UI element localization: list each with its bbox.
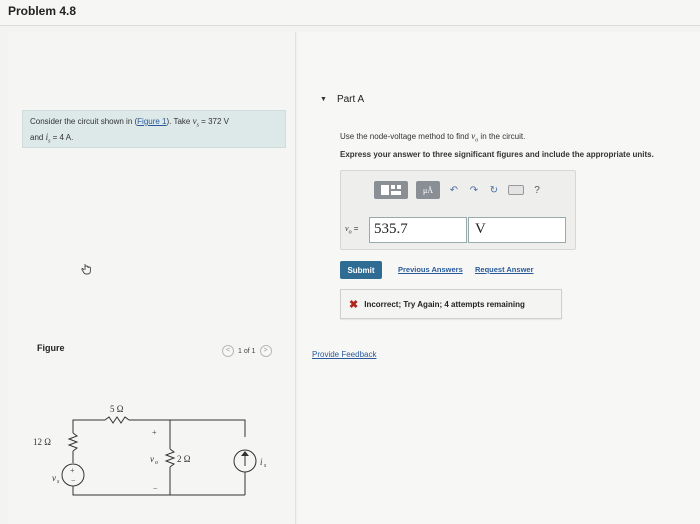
figure-page-count: 1 of 1 [238, 347, 256, 355]
label-vo-sub: o [155, 460, 158, 466]
source-plus: + [70, 466, 75, 475]
label-vo-plus: + [152, 428, 157, 437]
next-figure-button[interactable]: > [259, 345, 272, 357]
math-toolbar: μÅ ↶ ↷ ↻ ? [374, 180, 542, 200]
instruction-bold: Express your answer to three significant… [340, 150, 654, 159]
figure-label: Figure [37, 343, 65, 353]
redo-icon[interactable]: ↷ [468, 185, 480, 196]
help-icon[interactable]: ? [532, 185, 542, 196]
feedback-message-box: ✖ Incorrect; Try Again; 4 attempts remai… [340, 289, 562, 319]
grid-template-icon[interactable] [374, 181, 408, 199]
wire-top-left [72, 419, 105, 425]
resistor-5-ohm [104, 416, 130, 424]
label-is: i [260, 457, 263, 467]
label-vs-sub: s [57, 479, 60, 485]
circuit-diagram: 5 Ω 12 Ω 2 Ω v o v s i s + − + − [33, 404, 267, 496]
figure-link[interactable]: Figure 1 [137, 117, 166, 126]
resistor-12-ohm [67, 432, 79, 452]
wire-bottom [72, 486, 245, 496]
units-button[interactable]: μÅ [416, 181, 440, 199]
instruction-text: Use the node-voltage method to find vo i… [340, 131, 526, 144]
previous-answers-link[interactable]: Previous Answers [398, 265, 463, 274]
hand-cursor-icon [80, 262, 94, 276]
incorrect-x-icon: ✖ [349, 298, 359, 311]
submit-button[interactable]: Submit [340, 261, 382, 279]
undo-icon[interactable]: ↶ [448, 185, 460, 196]
source-minus: − [71, 476, 76, 485]
problem-title: Problem 4.8 [8, 4, 77, 18]
current-arrow-head [241, 451, 249, 456]
label-vo: v [150, 454, 154, 464]
collapse-caret-icon[interactable]: ▼ [320, 96, 327, 103]
provide-feedback-link[interactable]: Provide Feedback [312, 350, 376, 359]
figure-pager: < 1 of 1 > [222, 344, 272, 358]
label-2-ohm: 2 Ω [177, 454, 191, 464]
request-answer-link[interactable]: Request Answer [475, 265, 534, 274]
label-12-ohm: 12 Ω [33, 437, 51, 447]
problem-statement: Consider the circuit shown in (Figure 1)… [22, 110, 286, 148]
label-vo-minus: − [153, 484, 158, 493]
prev-figure-button[interactable]: < [222, 345, 234, 357]
label-vs: v [52, 473, 56, 483]
top-bar: Problem 4.8 [0, 0, 700, 26]
answer-unit-input[interactable]: V [468, 217, 566, 243]
resistor-2-ohm [164, 448, 176, 468]
wire-top-right [129, 419, 246, 437]
answer-value-input[interactable]: 535.7 [369, 217, 467, 243]
feedback-message: Incorrect; Try Again; 4 attempts remaini… [364, 299, 525, 309]
part-a-header[interactable]: ▼ Part A [320, 94, 364, 105]
answer-variable-label: vo = [345, 224, 359, 236]
keyboard-icon[interactable] [508, 185, 524, 195]
label-5-ohm: 5 Ω [110, 404, 124, 414]
part-a-label: Part A [336, 94, 365, 105]
label-is-sub: s [264, 463, 267, 469]
reset-icon[interactable]: ↻ [488, 185, 500, 196]
